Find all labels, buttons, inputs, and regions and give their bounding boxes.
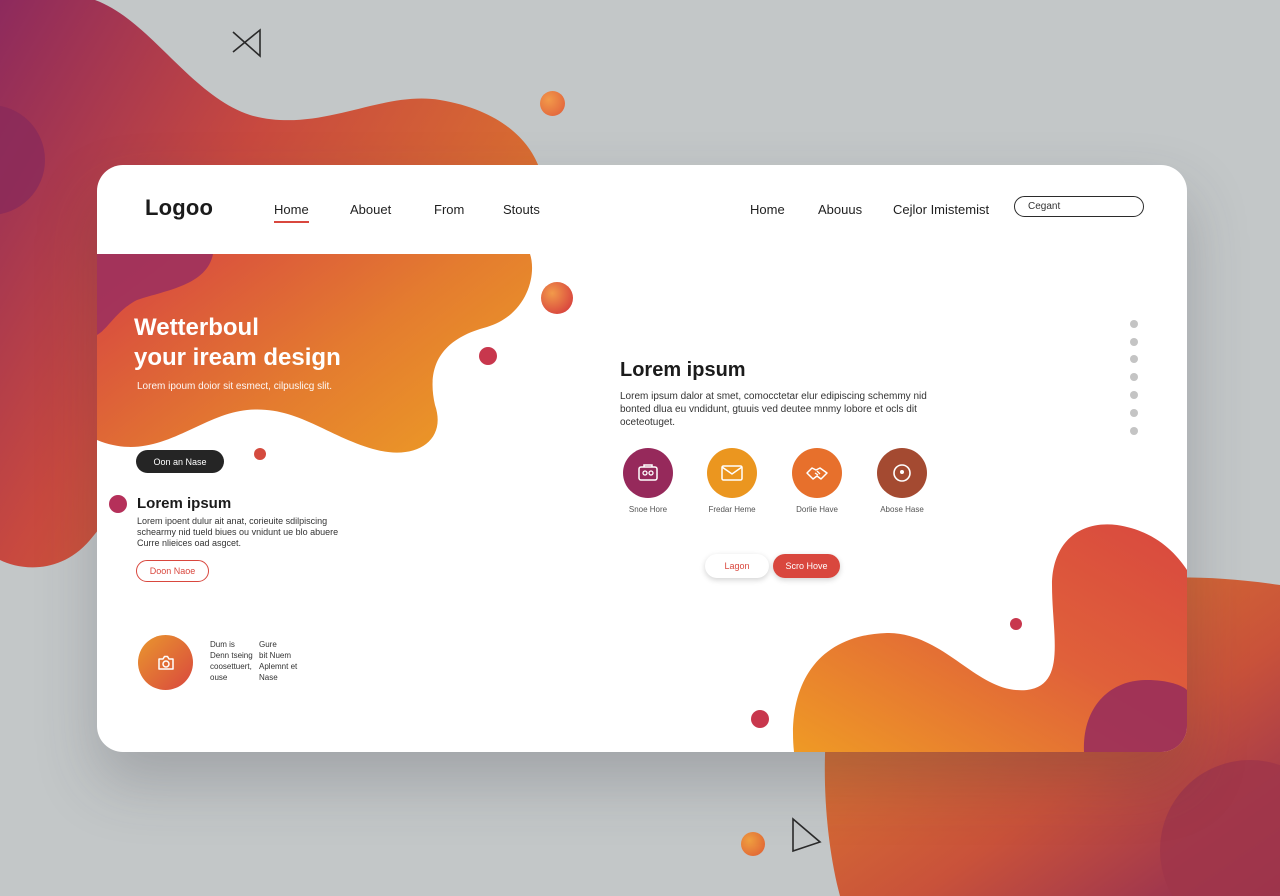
pager-dot[interactable] [1130, 391, 1138, 399]
hero-subtitle: Lorem ipoum doior sit esmect, cilpuslicg… [137, 381, 333, 392]
decor-dot [751, 710, 769, 728]
nav-item-from[interactable]: From [434, 202, 464, 217]
pager-dot[interactable] [1130, 320, 1138, 328]
triangle-outline-icon [792, 817, 822, 853]
feature-line: bit Nuem [259, 651, 292, 660]
decor-dot [479, 347, 497, 365]
feature-line: Dum is [210, 640, 235, 649]
search-input[interactable] [1014, 196, 1144, 217]
pager-dot[interactable] [1130, 355, 1138, 363]
camera-icon [157, 655, 174, 670]
decor-dot [741, 832, 765, 856]
service-item[interactable]: Abose Hase [862, 448, 942, 514]
nav-item-stouts[interactable]: Stouts [503, 202, 540, 217]
id-card-icon[interactable] [623, 448, 673, 498]
nav-item-contact[interactable]: Cejlor Imistemist [893, 202, 989, 217]
service-label: Fredar Heme [708, 505, 756, 514]
nav-item-about-right[interactable]: Abouus [818, 202, 862, 217]
nav-item-about[interactable]: Abouet [350, 202, 391, 217]
decor-dot [254, 448, 266, 460]
service-label: Dorlie Have [796, 505, 838, 514]
feature-line: Gure [259, 640, 277, 649]
hero-title-line2: your iream design [134, 344, 341, 371]
main-text: Lorem ipsum dalor at smet, comocctetar e… [620, 391, 927, 428]
main-title: Lorem ipsum [620, 359, 746, 381]
feature-line: Denn tseing [210, 651, 253, 660]
section-title: Lorem ipsum [137, 495, 232, 512]
logo[interactable]: Logoo [145, 195, 213, 221]
nav-item-home-right[interactable]: Home [750, 202, 785, 217]
pager-dot[interactable] [1130, 338, 1138, 346]
pager-dot[interactable] [1130, 373, 1138, 381]
feature-line: Nase [259, 673, 278, 682]
section-text: Lorem ipoent dulur ait anat, corieuite s… [137, 516, 339, 548]
hero-cta-button[interactable]: Oon an Nase [136, 450, 224, 473]
pager-dot[interactable] [1130, 409, 1138, 417]
hero-title-line1: Wetterboul [134, 314, 259, 341]
decor-dot [541, 282, 573, 314]
feature-text-col1: Dum is Denn tseing coosettuert, ouse [210, 639, 253, 683]
decor-dot [540, 91, 565, 116]
hero-title: Wetterboul your iream design [134, 313, 341, 373]
decor-dot [109, 495, 127, 513]
service-item[interactable]: Fredar Heme [692, 448, 772, 514]
website-card: Logoo Home Abouet From Stouts Home Abouu… [97, 165, 1187, 752]
feature-line: Aplemnt et [259, 662, 298, 671]
secondary-button[interactable]: Lagon [705, 554, 769, 578]
pager-dot[interactable] [1130, 427, 1138, 435]
x-triangle-icon [232, 28, 261, 58]
feature-icon-circle [138, 635, 193, 690]
section-button[interactable]: Doon Naoe [136, 560, 209, 582]
primary-button[interactable]: Scro Hove [773, 554, 840, 578]
service-item[interactable]: Snoe Hore [608, 448, 688, 514]
service-label: Abose Hase [880, 505, 924, 514]
feature-line: coosettuert, [210, 662, 252, 671]
feature-line: ouse [210, 673, 228, 682]
handshake-icon[interactable] [792, 448, 842, 498]
target-icon[interactable] [877, 448, 927, 498]
decor-dot [1010, 618, 1022, 630]
service-label: Snoe Hore [628, 505, 668, 514]
service-item[interactable]: Dorlie Have [777, 448, 857, 514]
mail-icon[interactable] [707, 448, 757, 498]
nav-item-home[interactable]: Home [274, 202, 309, 223]
feature-text-col2: Gure bit Nuem Aplemnt et Nase [259, 639, 297, 683]
